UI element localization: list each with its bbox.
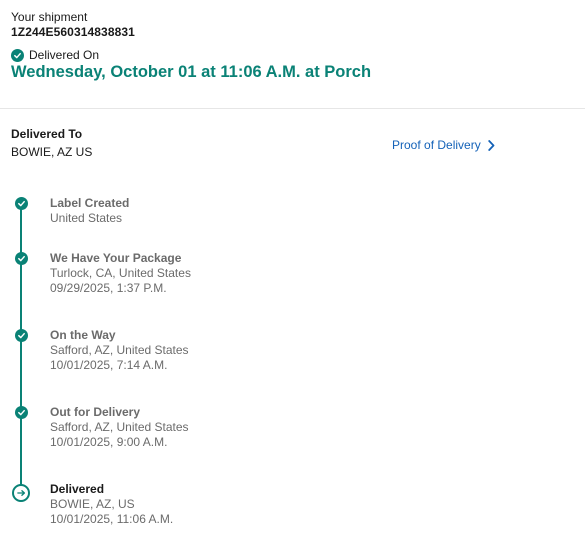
timeline-event: Label Created United States <box>50 196 129 226</box>
timeline-event: Out for Delivery Safford, AZ, United Sta… <box>50 405 189 450</box>
event-title: Delivered <box>50 482 105 496</box>
event-location: United States <box>50 211 123 225</box>
event-title: On the Way <box>50 328 116 342</box>
check-circle-icon <box>15 197 28 210</box>
arrow-right-circle-icon <box>12 484 30 502</box>
event-location: Safford, AZ, United States <box>50 420 189 434</box>
event-datetime: 09/29/2025, 1:37 P.M. <box>50 281 167 295</box>
timeline-event-current: Delivered BOWIE, AZ, US 10/01/2025, 11:0… <box>50 482 173 527</box>
event-location: Safford, AZ, United States <box>50 343 189 357</box>
timeline-event: We Have Your Package Turlock, CA, United… <box>50 251 191 296</box>
check-circle-icon <box>15 329 28 342</box>
section-divider <box>0 108 585 109</box>
delivered-to-label: Delivered To <box>11 127 83 141</box>
check-circle-icon <box>11 48 24 62</box>
proof-of-delivery-link[interactable]: Proof of Delivery <box>392 138 495 152</box>
shipment-heading: Your shipment <box>11 10 88 24</box>
delivery-status-row: Delivered On <box>11 48 99 62</box>
timeline-line <box>20 204 22 490</box>
event-title: We Have Your Package <box>50 251 182 265</box>
event-datetime: 10/01/2025, 11:06 A.M. <box>50 512 174 526</box>
tracking-number: 1Z244E560314838831 <box>11 25 135 39</box>
event-title: Out for Delivery <box>50 405 141 419</box>
event-location: BOWIE, AZ, US <box>50 497 135 511</box>
chevron-right-icon <box>488 139 495 151</box>
event-datetime: 10/01/2025, 9:00 A.M. <box>50 435 168 449</box>
event-title: Label Created <box>50 196 130 210</box>
delivery-status-label: Delivered On <box>29 48 100 62</box>
check-circle-icon <box>15 252 28 265</box>
timeline-event: On the Way Safford, AZ, United States 10… <box>50 328 189 373</box>
event-location: Turlock, CA, United States <box>50 266 191 280</box>
event-datetime: 10/01/2025, 7:14 A.M. <box>50 358 168 372</box>
delivered-to-value: BOWIE, AZ US <box>11 145 93 159</box>
check-circle-icon <box>15 406 28 419</box>
delivery-headline: Wednesday, October 01 at 11:06 A.M. at P… <box>11 63 372 81</box>
proof-of-delivery-label: Proof of Delivery <box>392 138 481 152</box>
